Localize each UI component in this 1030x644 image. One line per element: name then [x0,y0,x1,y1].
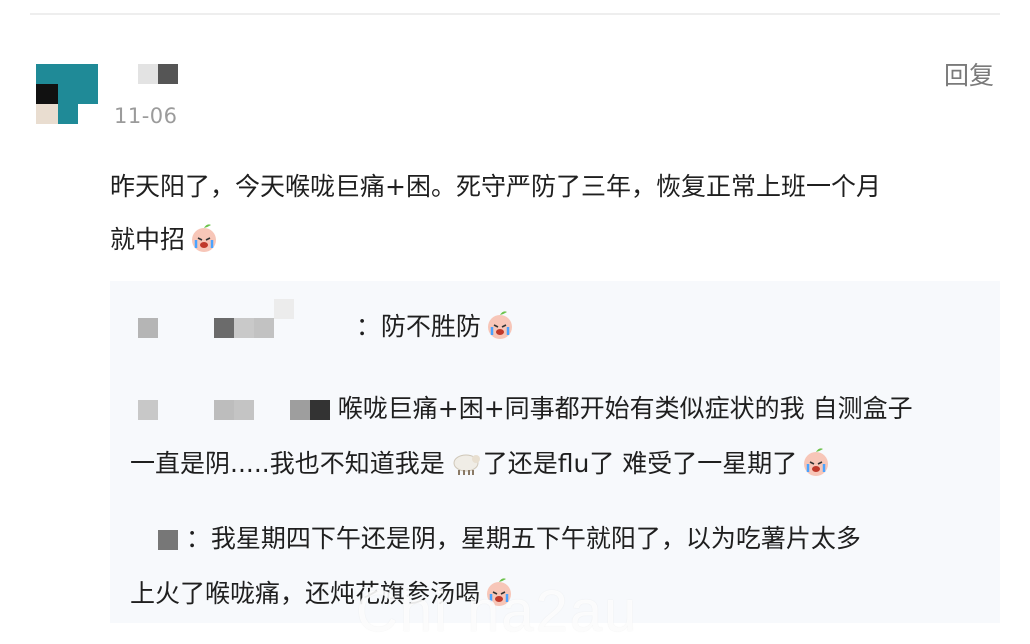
reply-text-line1: 喉咙巨痛+困+同事都开始有类似症状的我 自测盒子 [337,394,913,423]
crying-face-icon [487,311,512,339]
crying-face-icon [192,224,217,252]
watermark: Chi na2au [356,579,639,644]
replies-panel: ：防不胜防 喉咙巨痛+困+同事都开始有类似症状的我 自测盒子 一直是阴.....… [110,281,1000,623]
reply-text-line1: ：我星期四下午还是阴，星期五下午就阳了，以为吃薯片太多 [185,524,861,553]
reply-item[interactable]: ：防不胜防 [130,299,990,354]
reply-text-line2b: 了还是flu了 难受了一星期了 [482,449,798,478]
reply-item[interactable]: 喉咙巨痛+困+同事都开始有类似症状的我 自测盒子 一直是阴.....我也不知道我… [130,381,990,491]
comment-page: 11-06 回复 昨天阳了，今天喉咙巨痛+困。死守严防了三年，恢复正常上班一个月… [0,0,1030,644]
username-pixelated[interactable] [138,64,178,84]
reply-text: ：防不胜防 [355,312,481,341]
comment-text: 昨天阳了，今天喉咙巨痛+困。死守严防了三年，恢复正常上班一个月 就中招 [110,160,1000,266]
comment-text-line2: 就中招 [110,225,186,254]
crying-face-icon [804,448,829,476]
top-divider [30,13,1000,15]
sheep-icon [453,454,480,475]
avatar[interactable] [36,64,98,124]
comment-text-line1: 昨天阳了，今天喉咙巨痛+困。死守严防了三年，恢复正常上班一个月 [110,172,881,201]
reply-button[interactable]: 回复 [944,56,994,92]
comment-date: 11-06 [114,104,178,128]
reply-text-line2a: 一直是阴.....我也不知道我是 [130,449,445,478]
